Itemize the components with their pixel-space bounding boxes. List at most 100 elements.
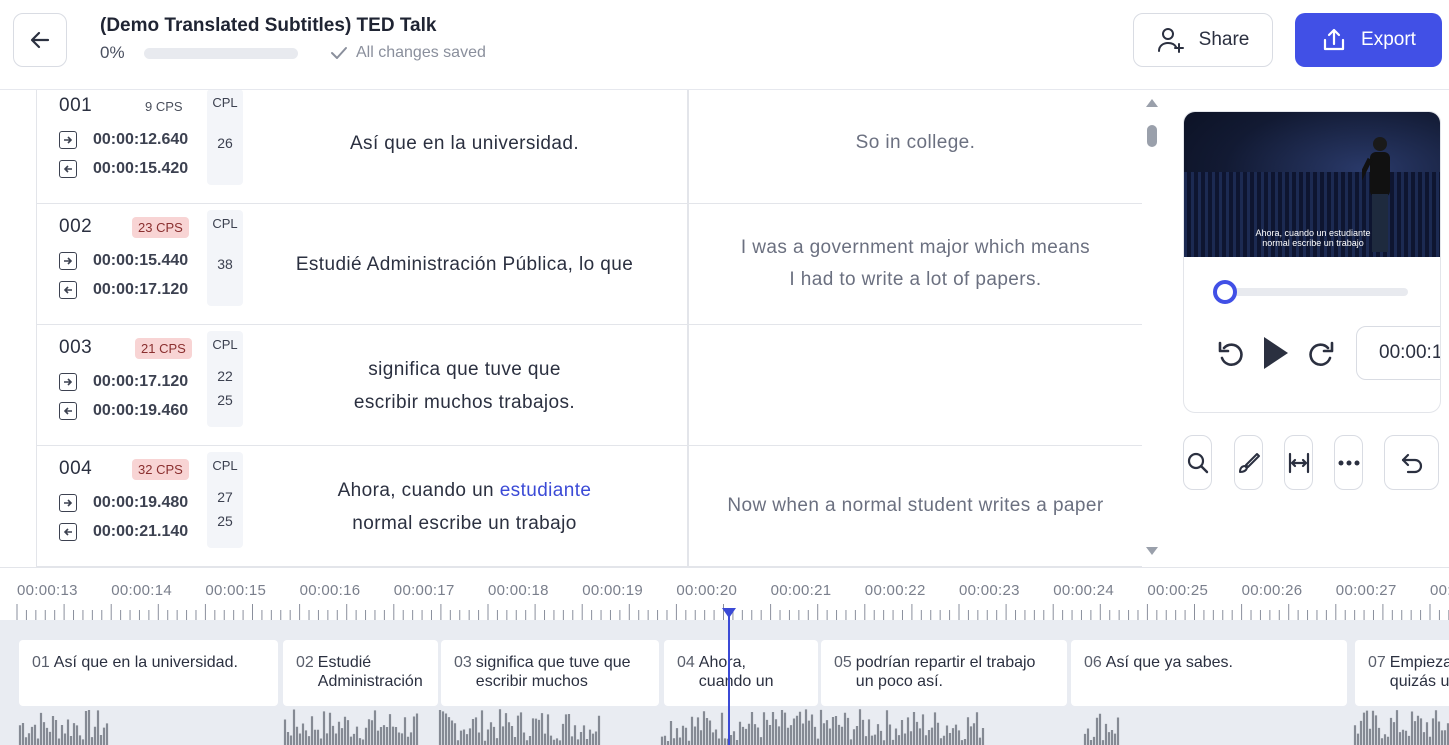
rewind-icon[interactable]: [1216, 339, 1246, 369]
end-timecode[interactable]: 00:00:19.460: [59, 402, 188, 420]
arrow-left-icon: [30, 31, 50, 49]
cpl-box: CPL 26: [207, 90, 243, 185]
time-display[interactable]: 00:00:1: [1356, 326, 1440, 380]
segment-number: 03: [454, 654, 472, 671]
enter-arrow-icon: [59, 252, 77, 270]
cpl-header: CPL: [212, 337, 238, 352]
end-timecode[interactable]: 00:00:15.420: [59, 160, 188, 178]
timeline-segment[interactable]: 01 Así que en la universidad.: [19, 640, 278, 706]
source-text[interactable]: Estudié Administración Pública, lo que: [252, 248, 677, 281]
cps-badge: 21 CPS: [135, 338, 192, 359]
timeline: 00:00:13 00:00:14 00:00:15 00:00:16 00:00:17…: [0, 567, 1449, 745]
split-width-icon: [1288, 452, 1309, 473]
seek-handle[interactable]: [1213, 280, 1237, 304]
enter-arrow-icon: [59, 131, 77, 149]
undo-button[interactable]: [1384, 435, 1439, 490]
source-text[interactable]: Ahora, cuando un estudiante normal escri…: [252, 474, 677, 540]
cpl-value: 25: [217, 513, 233, 529]
cpl-value: 25: [217, 392, 233, 408]
target-line: I had to write a lot of papers.: [789, 269, 1042, 290]
subtitle-track[interactable]: 01 Así que en la universidad. 02 Estudié Adm…: [0, 620, 1449, 745]
target-text[interactable]: Now when a normal student writes a paper: [689, 490, 1142, 522]
subtitle-row[interactable]: 003 21 CPS CPL 22 25 00:00:17.120 00:00:…: [37, 325, 1142, 446]
subtitle-row[interactable]: 002 23 CPS CPL 38 00:00:15.440 00:00:17.…: [37, 204, 1142, 325]
save-status-text: All changes saved: [356, 44, 486, 61]
segment-line: Administración: [317, 673, 423, 690]
target-text[interactable]: So in college.: [689, 127, 1142, 159]
timeline-segment[interactable]: 07 Empieza quizás u: [1355, 640, 1449, 706]
cpl-header: CPL: [212, 216, 238, 231]
scrollbar-thumb[interactable]: [1147, 125, 1157, 147]
back-button[interactable]: [13, 13, 67, 67]
progress-percent: 0%: [100, 43, 125, 62]
progress-bar: [144, 48, 298, 59]
side-panel: Ahora, cuando un estudiante normal escri…: [1162, 90, 1449, 567]
start-timecode[interactable]: 00:00:17.120: [59, 373, 188, 391]
page-title: (Demo Translated Subtitles) TED Talk: [100, 15, 437, 36]
segment-number: 06: [1084, 654, 1102, 671]
segment-line: Empieza: [1389, 654, 1449, 671]
search-button[interactable]: [1183, 435, 1212, 490]
source-line: escribir muchos trabajos.: [353, 392, 576, 413]
target-line: So in college.: [855, 132, 976, 153]
timeline-segment[interactable]: 04 Ahora, cuando un: [664, 640, 818, 706]
subtitle-row[interactable]: 001 9 CPS CPL 26 00:00:12.640 00:00:15.4…: [37, 90, 1142, 204]
end-time: 00:00:17.120: [93, 281, 189, 298]
start-timecode[interactable]: 00:00:19.480: [59, 494, 188, 512]
start-timecode[interactable]: 00:00:15.440: [59, 252, 188, 270]
more-button[interactable]: [1334, 435, 1363, 490]
cpl-header: CPL: [212, 458, 238, 473]
share-label: Share: [1198, 29, 1250, 50]
source-line: Así que en la universidad.: [349, 133, 580, 154]
row-number: 003: [59, 337, 93, 358]
source-line: normal escribe un trabajo: [352, 513, 577, 534]
target-line: Now when a normal student writes a paper: [727, 495, 1104, 516]
timeline-segment[interactable]: 03 significa que tuve que escribir muchos: [441, 640, 659, 706]
share-button[interactable]: Share: [1133, 13, 1273, 67]
exit-arrow-icon: [59, 160, 77, 178]
cpl-value: 38: [217, 256, 233, 272]
brush-button[interactable]: [1234, 435, 1263, 490]
start-timecode[interactable]: 00:00:12.640: [59, 131, 188, 149]
upload-icon: [1323, 28, 1345, 51]
timeline-segment[interactable]: 05 podrían repartir el trabajo un poco así…: [821, 640, 1067, 706]
cps-badge: 23 CPS: [132, 217, 189, 238]
segment-line: Ahora,: [698, 654, 746, 671]
segment-line: cuando un: [698, 673, 774, 690]
audio-waveform: [18, 709, 1449, 745]
scroll-down-icon[interactable]: [1145, 546, 1159, 556]
segment-number: 04: [677, 654, 695, 671]
timeline-segment[interactable]: 06 Así que ya sabes.: [1071, 640, 1347, 706]
scroll-up-icon[interactable]: [1145, 98, 1159, 108]
timeline-segment[interactable]: 02 Estudié Administración: [283, 640, 438, 706]
segment-line: significa que tuve que: [475, 654, 631, 671]
check-icon: [331, 47, 347, 59]
start-time: 00:00:17.120: [93, 373, 189, 390]
fast-forward-icon[interactable]: [1306, 339, 1336, 369]
row-number: 002: [59, 216, 93, 237]
playhead-line[interactable]: [728, 608, 730, 745]
end-time: 00:00:15.420: [93, 160, 189, 177]
more-icon: [1338, 460, 1359, 465]
cpl-header: CPL: [212, 95, 238, 110]
source-text[interactable]: Así que en la universidad.: [252, 127, 677, 160]
subtitle-row[interactable]: 004 32 CPS CPL 27 25 00:00:19.480 00:00:…: [37, 446, 1142, 567]
split-button[interactable]: [1284, 435, 1313, 490]
end-timecode[interactable]: 00:00:21.140: [59, 523, 188, 541]
list-scrollbar[interactable]: [1142, 90, 1162, 567]
segment-text: Así que ya sabes.: [1106, 653, 1233, 672]
highlighted-word[interactable]: estudiante: [500, 480, 592, 501]
export-button[interactable]: Export: [1295, 13, 1442, 67]
end-timecode[interactable]: 00:00:17.120: [59, 281, 188, 299]
target-text[interactable]: I was a government major which means I h…: [689, 232, 1142, 296]
playhead-marker[interactable]: [722, 608, 736, 618]
seek-bar[interactable]: [1213, 280, 1408, 304]
playback-controls: 00:00:1: [1184, 326, 1440, 382]
video-preview[interactable]: Ahora, cuando un estudiante normal escri…: [1184, 112, 1440, 257]
cpl-value: 26: [217, 135, 233, 151]
play-icon[interactable]: [1260, 335, 1290, 371]
source-text[interactable]: significa que tuve que escribir muchos t…: [252, 353, 677, 419]
segment-line: podrían repartir el trabajo: [855, 654, 1036, 671]
segment-line: Estudié: [317, 654, 372, 671]
end-time: 00:00:21.140: [93, 523, 189, 540]
